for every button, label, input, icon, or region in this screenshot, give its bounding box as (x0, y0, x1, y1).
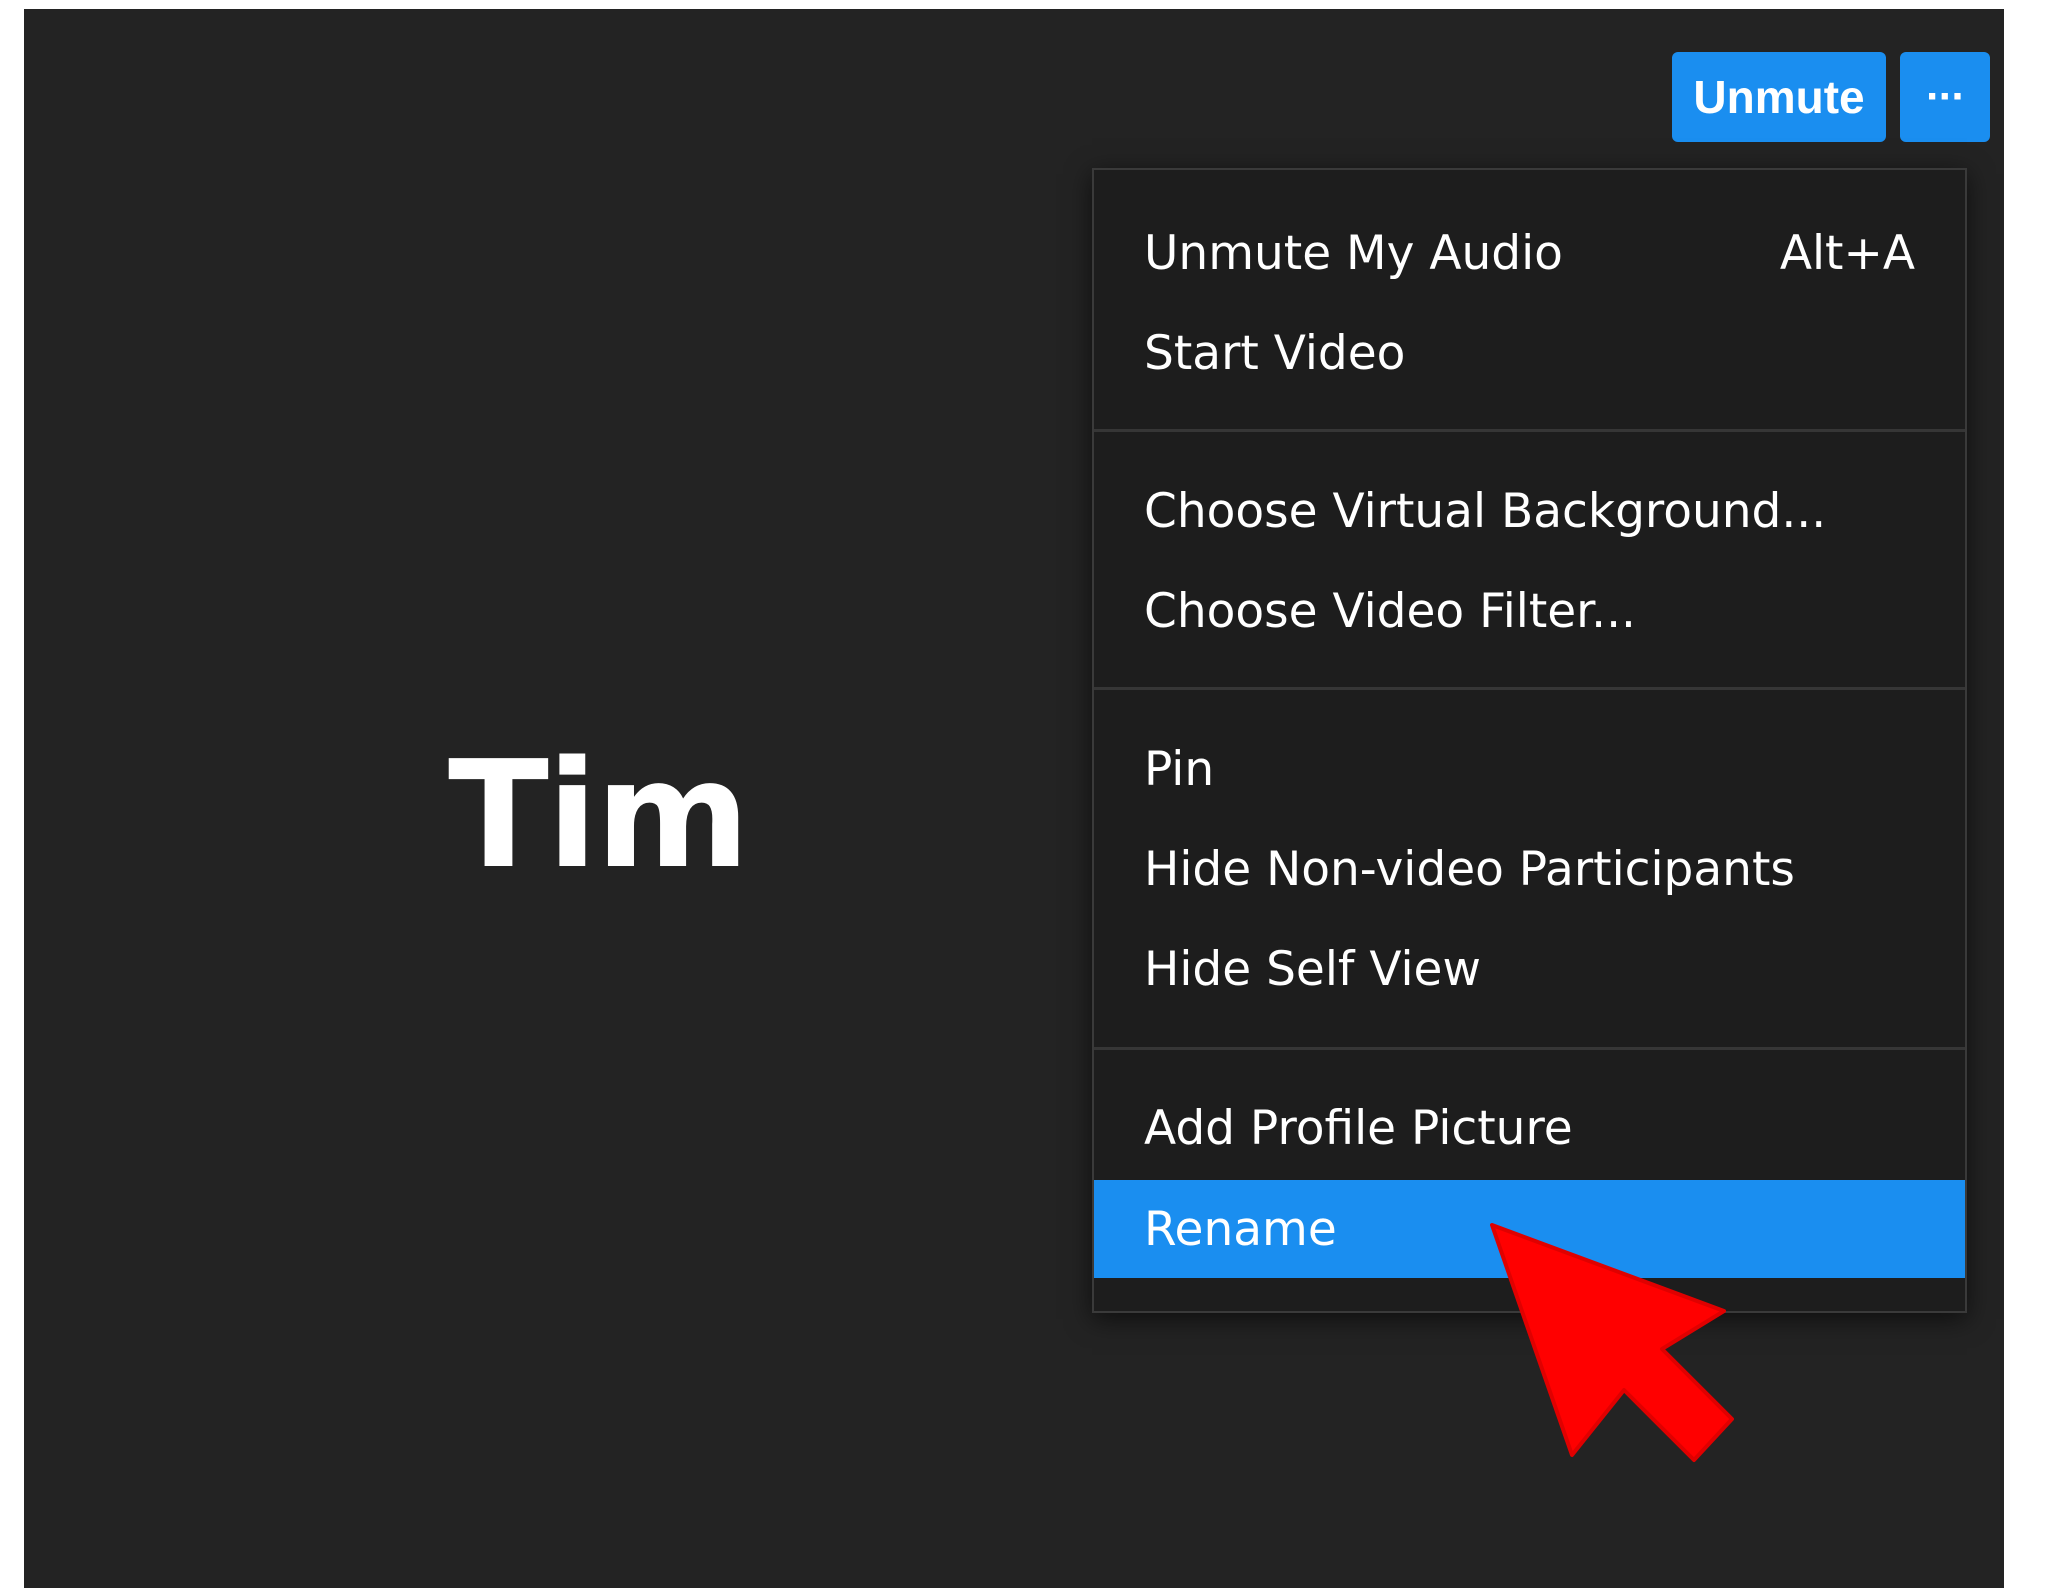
menu-item-label: Start Video (1144, 325, 1406, 381)
menu-separator (1094, 429, 1965, 432)
participant-name: Tim (448, 729, 750, 901)
menu-item-label: Unmute My Audio (1144, 225, 1563, 281)
menu-item-label: Hide Self View (1144, 941, 1481, 997)
menu-item-start-video[interactable]: Start Video (1094, 304, 1965, 402)
menu-item-hide-non-video-participants[interactable]: Hide Non-video Participants (1094, 820, 1965, 918)
menu-item-hide-self-view[interactable]: Hide Self View (1094, 920, 1965, 1018)
menu-item-label: Choose Video Filter... (1144, 583, 1636, 639)
menu-item-choose-video-filter[interactable]: Choose Video Filter... (1094, 562, 1965, 660)
menu-item-unmute-my-audio[interactable]: Unmute My Audio Alt+A (1094, 204, 1965, 302)
menu-item-pin[interactable]: Pin (1094, 720, 1965, 818)
more-options-button[interactable]: ··· (1900, 52, 1990, 142)
menu-item-label: Choose Virtual Background... (1144, 483, 1827, 539)
menu-item-label: Add Profile Picture (1144, 1100, 1573, 1156)
menu-separator (1094, 687, 1965, 690)
unmute-button[interactable]: Unmute (1672, 52, 1886, 142)
menu-item-label: Rename (1144, 1201, 1337, 1257)
red-arrow-pointer-icon (1490, 1223, 1734, 1462)
menu-item-add-profile-picture[interactable]: Add Profile Picture (1094, 1079, 1965, 1177)
menu-item-label: Pin (1144, 741, 1215, 797)
menu-item-shortcut: Alt+A (1779, 225, 1915, 281)
menu-item-choose-virtual-background[interactable]: Choose Virtual Background... (1094, 462, 1965, 560)
menu-item-label: Hide Non-video Participants (1144, 841, 1795, 897)
context-menu: Unmute My Audio Alt+A Start Video Choose… (1092, 168, 1967, 1313)
menu-separator (1094, 1047, 1965, 1050)
